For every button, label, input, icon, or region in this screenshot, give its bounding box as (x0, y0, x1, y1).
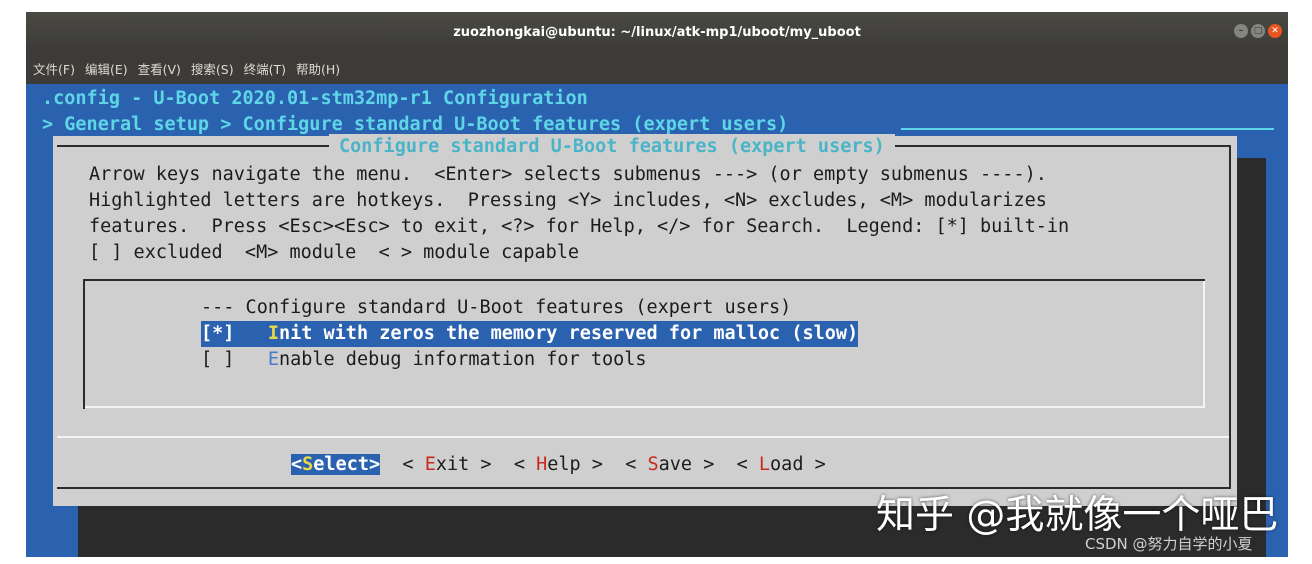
menu-terminal[interactable]: 终端(T) (241, 59, 289, 78)
save-button[interactable]: < Save > (625, 454, 714, 475)
menu-help[interactable]: 帮助(H) (293, 59, 343, 78)
menu-item-hotkey: E (267, 349, 279, 370)
config-header: .config - U-Boot 2020.01-stm32mp-r1 Conf… (42, 88, 588, 109)
list-border-bottom (85, 406, 1205, 408)
terminal-window: zuozhongkai@ubuntu: ~/linux/atk-mp1/uboo… (26, 12, 1288, 557)
menu-search[interactable]: 搜索(S) (188, 59, 237, 78)
list-border-left (83, 279, 85, 409)
window-titlebar[interactable]: zuozhongkai@ubuntu: ~/linux/atk-mp1/uboo… (26, 12, 1288, 52)
window-controls: – □ ✕ (1234, 24, 1282, 38)
list-border-top (83, 279, 1205, 281)
maximize-icon[interactable]: □ (1251, 24, 1265, 38)
csdn-watermark: CSDN @努力自学的小夏 (1085, 535, 1253, 553)
menu-item-init-zeros-malloc[interactable]: [*] Init with zeros the memory reserved … (201, 321, 859, 347)
menu-heading: --- Configure standard U-Boot features (… (201, 297, 792, 318)
menu-edit[interactable]: 编辑(E) (82, 59, 131, 78)
minimize-icon[interactable]: – (1234, 24, 1248, 38)
breadcrumb-rule (901, 128, 1274, 130)
menu-item-label: nable debug information for tools (278, 349, 647, 370)
menu-item-mark: [*] (201, 323, 235, 344)
load-button[interactable]: < Load > (737, 454, 826, 475)
help-text: Arrow keys navigate the menu. <Enter> se… (89, 164, 1070, 263)
list-border-right (1203, 281, 1205, 408)
menu-item-mark: [ ] (201, 349, 235, 370)
menu-view[interactable]: 查看(V) (135, 59, 184, 78)
menu-file[interactable]: 文件(F) (30, 59, 78, 78)
window-title: zuozhongkai@ubuntu: ~/linux/atk-mp1/uboo… (453, 24, 861, 40)
menu-item-debug-tools[interactable]: [ ] Enable debug information for tools (201, 347, 647, 373)
dialog-border-right (1229, 145, 1231, 488)
config-dialog: Configure standard U-Boot features (expe… (53, 134, 1237, 506)
dialog-title: Configure standard U-Boot features (expe… (329, 134, 895, 160)
menubar: 文件(F) 编辑(E) 查看(V) 搜索(S) 终端(T) 帮助(H) (26, 52, 1288, 84)
button-separator (57, 436, 1229, 438)
button-bar: <Select> < Exit > < Help > < Save > < Lo… (291, 452, 826, 478)
menu-item-label: nit with zeros the memory reserved for m… (278, 323, 859, 344)
help-button[interactable]: < Help > (514, 454, 603, 475)
menu-list-box: --- Configure standard U-Boot features (… (83, 279, 1205, 409)
exit-button[interactable]: < Exit > (402, 454, 491, 475)
select-button[interactable]: <Select> (291, 454, 381, 475)
close-icon[interactable]: ✕ (1268, 24, 1282, 38)
menu-item-hotkey: I (267, 323, 279, 344)
zhihu-watermark: 知乎 @我就像一个哑巴 (876, 493, 1279, 538)
